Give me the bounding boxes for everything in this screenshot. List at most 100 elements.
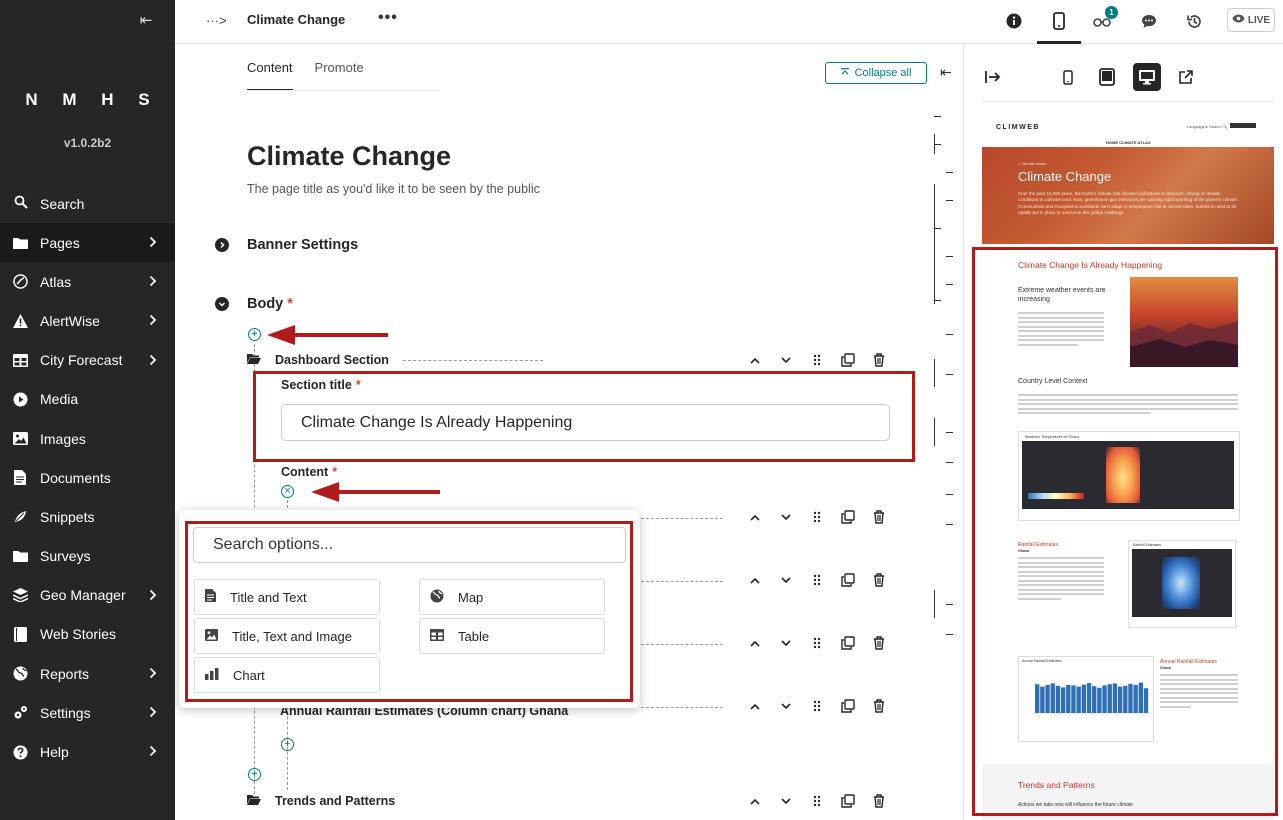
trends-section-header[interactable]: Trends and Patterns <box>247 794 395 808</box>
move-up-icon[interactable] <box>739 357 770 364</box>
move-down-icon[interactable] <box>770 639 801 647</box>
collapse-sidebar-icon[interactable]: ⇤ <box>137 12 155 30</box>
duplicate-icon[interactable] <box>832 699 863 713</box>
move-up-icon[interactable] <box>739 798 770 805</box>
delete-icon[interactable] <box>863 794 894 808</box>
history-icon[interactable] <box>1183 10 1205 32</box>
sidebar-item-label: Geo Manager <box>40 587 126 604</box>
move-down-icon[interactable] <box>770 356 801 364</box>
move-up-icon[interactable] <box>739 577 770 584</box>
close-preview-icon[interactable] <box>979 63 1007 91</box>
delete-icon[interactable] <box>863 636 894 650</box>
document-icon <box>12 470 28 486</box>
body-label: Body <box>247 296 284 312</box>
sidebar-item-documents[interactable]: Documents <box>0 458 175 497</box>
layers-icon <box>12 587 28 603</box>
duplicate-icon[interactable] <box>832 794 863 808</box>
breadcrumb-toggle[interactable]: ···> <box>206 13 227 28</box>
sidebar: ⇤ N M H S v1.0.2b2 Search Pages Atlas Aler… <box>0 0 175 820</box>
drag-handle-icon[interactable] <box>801 795 832 807</box>
delete-icon[interactable] <box>863 353 894 367</box>
info-icon[interactable] <box>1003 10 1025 32</box>
sidebar-item-web-stories[interactable]: Web Stories <box>0 615 175 654</box>
delete-icon[interactable] <box>863 510 894 524</box>
sidebar-item-reports[interactable]: Reports <box>0 654 175 693</box>
duplicate-icon[interactable] <box>832 510 863 524</box>
header-dashed-line <box>402 359 543 361</box>
sidebar-item-snippets[interactable]: Snippets <box>0 497 175 536</box>
page-title-field[interactable]: Climate Change <box>247 141 451 172</box>
duplicate-icon[interactable] <box>832 353 863 367</box>
tab-content[interactable]: Content <box>247 60 293 91</box>
page-title-breadcrumb: Climate Change <box>247 12 346 27</box>
sidebar-item-settings[interactable]: Settings <box>0 693 175 732</box>
collapse-all-button[interactable]: Collapse all <box>825 62 927 84</box>
drag-handle-icon[interactable] <box>801 700 832 712</box>
tabs-divider <box>247 90 439 91</box>
sidebar-item-surveys[interactable]: Surveys <box>0 537 175 576</box>
delete-icon[interactable] <box>863 699 894 713</box>
table-icon <box>12 352 28 368</box>
drag-handle-icon[interactable] <box>801 574 832 586</box>
drag-handle-icon[interactable] <box>801 637 832 649</box>
sidebar-item-help[interactable]: Help <box>0 732 175 771</box>
sidebar-item-pages[interactable]: Pages <box>0 223 175 263</box>
move-up-icon[interactable] <box>739 514 770 521</box>
sidebar-item-media[interactable]: Media <box>0 380 175 419</box>
collapse-all-label: Collapse all <box>854 67 912 79</box>
drag-handle-icon[interactable] <box>801 511 832 523</box>
tab-promote[interactable]: Promote <box>315 60 364 91</box>
close-block-picker-button[interactable]: × <box>281 485 294 498</box>
more-actions-button[interactable]: ••• <box>378 9 398 27</box>
search-icon <box>14 195 28 212</box>
move-down-icon[interactable] <box>770 797 801 805</box>
sidebar-item-alertwise[interactable]: AlertWise <box>0 301 175 340</box>
duplicate-icon[interactable] <box>832 636 863 650</box>
page-title-help: The page title as you'd like it to be se… <box>247 182 540 196</box>
live-button[interactable]: LIVE <box>1227 8 1275 32</box>
sidebar-item-images[interactable]: Images <box>0 419 175 458</box>
required-mark: * <box>287 296 293 312</box>
sidebar-item-atlas[interactable]: Atlas <box>0 262 175 301</box>
move-down-icon[interactable] <box>770 576 801 584</box>
notification-badge: 1 <box>1105 6 1118 19</box>
duplicate-icon[interactable] <box>832 573 863 587</box>
mobile-size-icon[interactable] <box>1054 63 1082 91</box>
drag-handle-icon[interactable] <box>801 354 832 366</box>
glasses-icon[interactable]: 1 <box>1091 6 1118 32</box>
add-content-block-button[interactable]: + <box>281 738 294 751</box>
banner-settings-toggle[interactable]: Banner Settings <box>215 237 358 253</box>
toggle-side-panel-icon[interactable]: ⇤ <box>940 64 952 81</box>
chevron-right-icon <box>149 588 159 602</box>
collapse-icon <box>840 67 849 79</box>
sidebar-item-geo-manager[interactable]: Geo Manager <box>0 576 175 615</box>
delete-icon[interactable] <box>863 573 894 587</box>
dashboard-section-header[interactable]: Dashboard Section <box>247 353 543 367</box>
sidebar-item-label: Images <box>40 430 86 447</box>
preview-nav: HOME CLIMATE ATLAS <box>1106 140 1151 145</box>
banner-settings-label: Banner Settings <box>247 237 359 253</box>
move-up-icon[interactable] <box>739 703 770 710</box>
move-down-icon[interactable] <box>770 702 801 710</box>
live-label: LIVE <box>1247 14 1271 26</box>
tablet-size-icon[interactable] <box>1093 63 1121 91</box>
annotation-arrow <box>311 482 440 502</box>
desktop-size-icon[interactable] <box>1133 63 1161 91</box>
move-up-icon[interactable] <box>739 640 770 647</box>
hero-breadcrumb: < Climate slides <box>1018 161 1047 166</box>
preview-site-logo: CLIMWEB <box>996 124 1040 131</box>
sidebar-search[interactable]: Search <box>14 195 84 212</box>
site-logo[interactable]: N M H S <box>0 90 175 110</box>
preview-language-search: Language ▸ Search 🔍 <box>1187 124 1228 129</box>
add-block-button[interactable]: + <box>248 328 261 341</box>
add-body-block-button[interactable]: + <box>248 768 261 781</box>
external-link-icon[interactable] <box>1172 63 1200 91</box>
sidebar-item-city-forecast[interactable]: City Forecast <box>0 341 175 380</box>
dashboard-section-label: Dashboard Section <box>275 353 389 367</box>
snippet-icon <box>12 509 28 525</box>
body-section-toggle[interactable]: Body * <box>215 296 293 312</box>
move-down-icon[interactable] <box>770 513 801 521</box>
mobile-preview-icon[interactable] <box>1048 10 1070 32</box>
comment-icon[interactable] <box>1138 10 1160 32</box>
sidebar-item-label: AlertWise <box>40 312 100 329</box>
